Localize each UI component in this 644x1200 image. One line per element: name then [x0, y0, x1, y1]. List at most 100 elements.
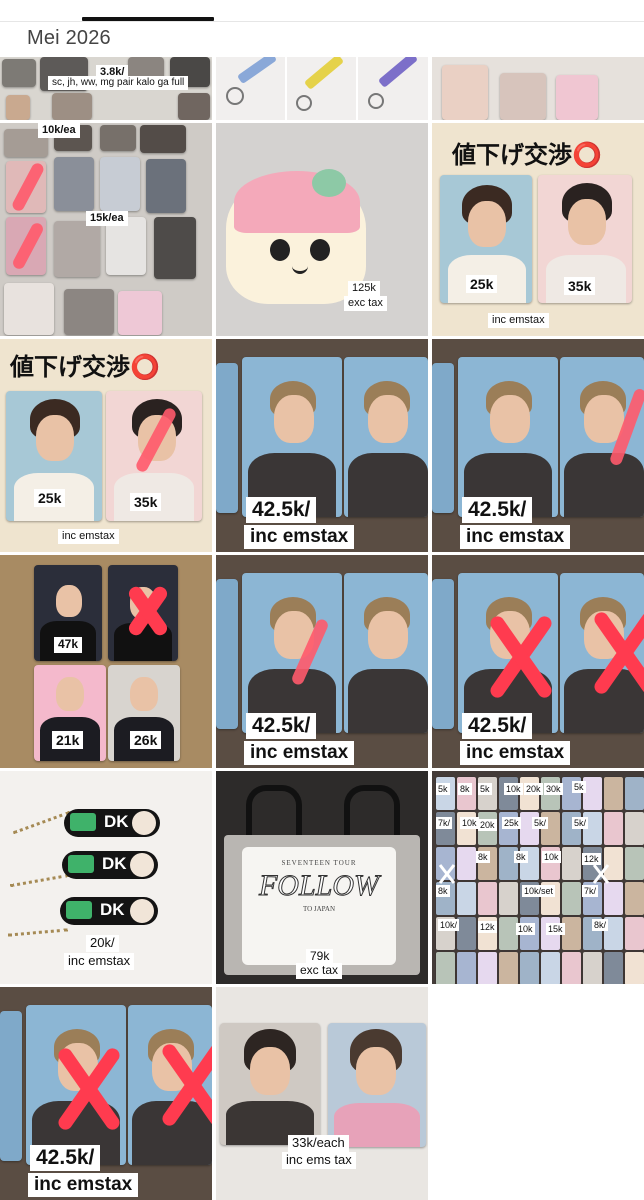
photo-tile[interactable] — [216, 57, 428, 120]
keyring — [368, 93, 384, 109]
price-label: 20k/ — [86, 935, 119, 952]
price-label: 42.5k/ — [246, 497, 317, 524]
photo-tile[interactable]: 125k exc tax — [216, 123, 428, 336]
photo-tile[interactable]: 3.8k/ sc, jh, ww, mg pair kalo ga full — [0, 57, 212, 120]
photo-tile[interactable]: 5k 8k 5k 10k 20k 30k 5k 7k/10k 20k 25k 5k/5k/8k 8k 1… — [432, 771, 644, 984]
photocard — [625, 777, 644, 810]
photocard — [478, 882, 497, 915]
photo-tile[interactable]: 42.5k/ inc emstax — [216, 555, 428, 768]
photocard — [457, 952, 476, 984]
price-sticker: 7k/ — [582, 885, 599, 897]
negotiable-label: 値下げ交渉⭕ — [452, 141, 602, 169]
price-sticker: 10k — [516, 923, 535, 935]
price-sticker: 5k/ — [532, 817, 549, 829]
price-sticker: 20k — [524, 783, 543, 795]
price-sticker: 10k — [542, 851, 561, 863]
photocard — [54, 157, 94, 211]
photo-tile[interactable]: 47k 21k 26k — [0, 555, 212, 768]
photocard — [562, 882, 581, 915]
note-label: sc, jh, ww, mg pair kalo ga full — [48, 76, 189, 90]
price-sticker: 10k — [460, 817, 479, 829]
tax-label: inc emstax — [64, 953, 135, 970]
tax-label: inc emstax — [244, 525, 355, 549]
price-label: 15k/ea — [86, 211, 128, 226]
photocard — [4, 283, 54, 335]
ball-chain — [9, 873, 71, 891]
price-label: 42.5k/ — [462, 497, 533, 524]
photo-tile[interactable] — [432, 57, 644, 120]
photocard — [442, 65, 488, 120]
lanyard-strap — [303, 57, 345, 90]
photocard — [64, 289, 114, 335]
photocard — [146, 159, 186, 213]
price-sticker: 30k — [544, 783, 563, 795]
photocard — [562, 917, 581, 950]
photocard — [499, 952, 518, 984]
photocard — [118, 291, 162, 335]
photocard — [604, 882, 623, 915]
photocard — [432, 363, 454, 513]
price-sticker: 7k/ — [436, 817, 453, 829]
photocard — [562, 952, 581, 984]
photo-tile[interactable]: DK DK DK 20k/ inc emstax — [0, 771, 212, 984]
photocard — [625, 882, 644, 915]
photocard — [604, 952, 623, 984]
plush-eye — [270, 239, 290, 261]
price-label: 125k — [348, 281, 380, 296]
photocard — [54, 221, 100, 277]
keyring-charm: DK — [62, 851, 158, 879]
price-sticker: 25k — [502, 817, 521, 829]
photocard — [520, 952, 539, 984]
photo-tile[interactable]: 42.5k/ inc emstax — [432, 555, 644, 768]
sold-x-mark — [56, 1041, 122, 1137]
price-label: 42.5k/ — [462, 713, 533, 740]
photo-tile[interactable]: 42.5k/ inc emstax — [432, 339, 644, 552]
price-sticker: 5k/ — [572, 817, 589, 829]
sold-x-mark — [592, 605, 644, 701]
sold-x-mark — [592, 863, 610, 885]
keyring-charm: DK — [60, 897, 158, 925]
price-sticker: 8k/ — [592, 919, 609, 931]
photocard — [436, 952, 455, 984]
photocard — [560, 357, 644, 517]
photocard — [556, 75, 598, 120]
photocard — [220, 1023, 320, 1145]
photocard — [458, 357, 558, 517]
lanyard-strap — [236, 57, 278, 85]
lanyard-strap — [377, 57, 419, 88]
tax-label: exc tax — [344, 296, 387, 311]
tax-label: inc emstax — [28, 1173, 139, 1197]
photocard — [500, 73, 546, 120]
photocard — [562, 847, 581, 880]
bag-insert: SEVENTEEN TOUR FOLLOW TO JAPAN — [242, 847, 396, 965]
photo-tile[interactable]: SEVENTEEN TOUR FOLLOW TO JAPAN 79k exc t… — [216, 771, 428, 984]
tax-label: inc emstax — [244, 741, 355, 765]
ball-chain — [12, 810, 72, 838]
ball-chain — [7, 928, 69, 940]
photocard — [242, 573, 342, 733]
photocard — [625, 847, 644, 880]
photo-tile[interactable]: 33k/each inc ems tax — [216, 987, 428, 1200]
photo-tile[interactable]: 値下げ交渉⭕ 25k 35k inc emstax — [0, 339, 212, 552]
price-sticker: 10k/ — [438, 919, 460, 931]
tour-location: TO JAPAN — [302, 905, 336, 913]
photo-grid: 3.8k/ sc, jh, ww, mg pair kalo ga full 1… — [0, 0, 644, 1200]
photo-tile[interactable]: 値下げ交渉⭕ 25k 35k inc emstax — [432, 123, 644, 336]
photocard — [178, 93, 210, 120]
photo-tile[interactable]: 42.5k/ inc emstax — [216, 339, 428, 552]
tax-label: inc ems tax — [282, 1152, 356, 1169]
photocard — [457, 917, 476, 950]
charm-text: DK — [100, 900, 125, 919]
photocard — [583, 777, 602, 810]
photocard — [583, 952, 602, 984]
photo-tile[interactable]: 42.5k/ inc emstax — [0, 987, 212, 1200]
photo-tile[interactable]: 10k/ea 15k/ea — [0, 123, 212, 336]
photocard — [100, 157, 140, 211]
charm-text: DK — [104, 812, 129, 831]
keyring — [296, 95, 312, 111]
photocard — [457, 882, 476, 915]
photocard — [478, 952, 497, 984]
photocard — [216, 579, 238, 729]
photocard — [344, 357, 428, 517]
price-sticker: 8k — [476, 851, 490, 863]
